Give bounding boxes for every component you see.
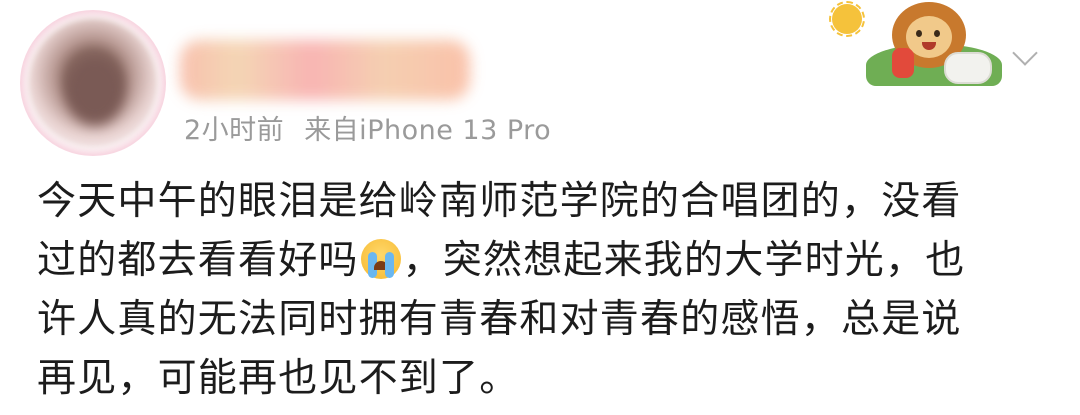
lion-eye-right xyxy=(934,30,940,37)
chevron-down-icon[interactable] xyxy=(1012,40,1038,66)
post-meta: 2小时前 来自iPhone 13 Pro xyxy=(184,108,551,147)
post-line-4: 再见，可能再也见不到了。 xyxy=(37,349,1047,408)
kid-figure-icon xyxy=(892,48,914,78)
post-card: 2小时前 来自iPhone 13 Pro 今天中午的眼泪是给岭南师范学院的合唱团的… xyxy=(0,0,1080,415)
username-blurred[interactable] xyxy=(180,40,470,100)
post-line-2: 过的都去看看好吗 ，突然想起来我的大学时光，也 xyxy=(37,231,1047,290)
crying-face-icon xyxy=(360,239,401,279)
post-text-segment: 过的都去看看好吗 xyxy=(37,238,359,283)
post-line-3: 许人真的无法同时拥有青春和对青春的感悟，总是说 xyxy=(37,290,1047,349)
sheep-icon xyxy=(944,52,992,84)
post-text-segment: 今天中午的眼泪是给岭南师范学院的合唱团的，没看 xyxy=(37,179,962,224)
post-source: 来自iPhone 13 Pro xyxy=(304,115,552,146)
post-text-segment: 再见，可能再也见不到了。 xyxy=(37,356,520,401)
emoji-mouth xyxy=(373,261,388,270)
post-time: 2小时前 xyxy=(184,115,285,146)
post-text-segment: 许人真的无法同时拥有青春和对青春的感悟，总是说 xyxy=(37,297,962,342)
post-body: 今天中午的眼泪是给岭南师范学院的合唱团的，没看 过的都去看看好吗 ，突然想起来我的… xyxy=(37,172,1047,408)
avatar-face-blur xyxy=(65,55,125,125)
post-text-segment: ，突然想起来我的大学时光，也 xyxy=(402,238,966,283)
lion-eye-left xyxy=(916,30,922,37)
post-line-1: 今天中午的眼泪是给岭南师范学院的合唱团的，没看 xyxy=(37,172,1047,231)
sun-icon xyxy=(832,4,862,34)
